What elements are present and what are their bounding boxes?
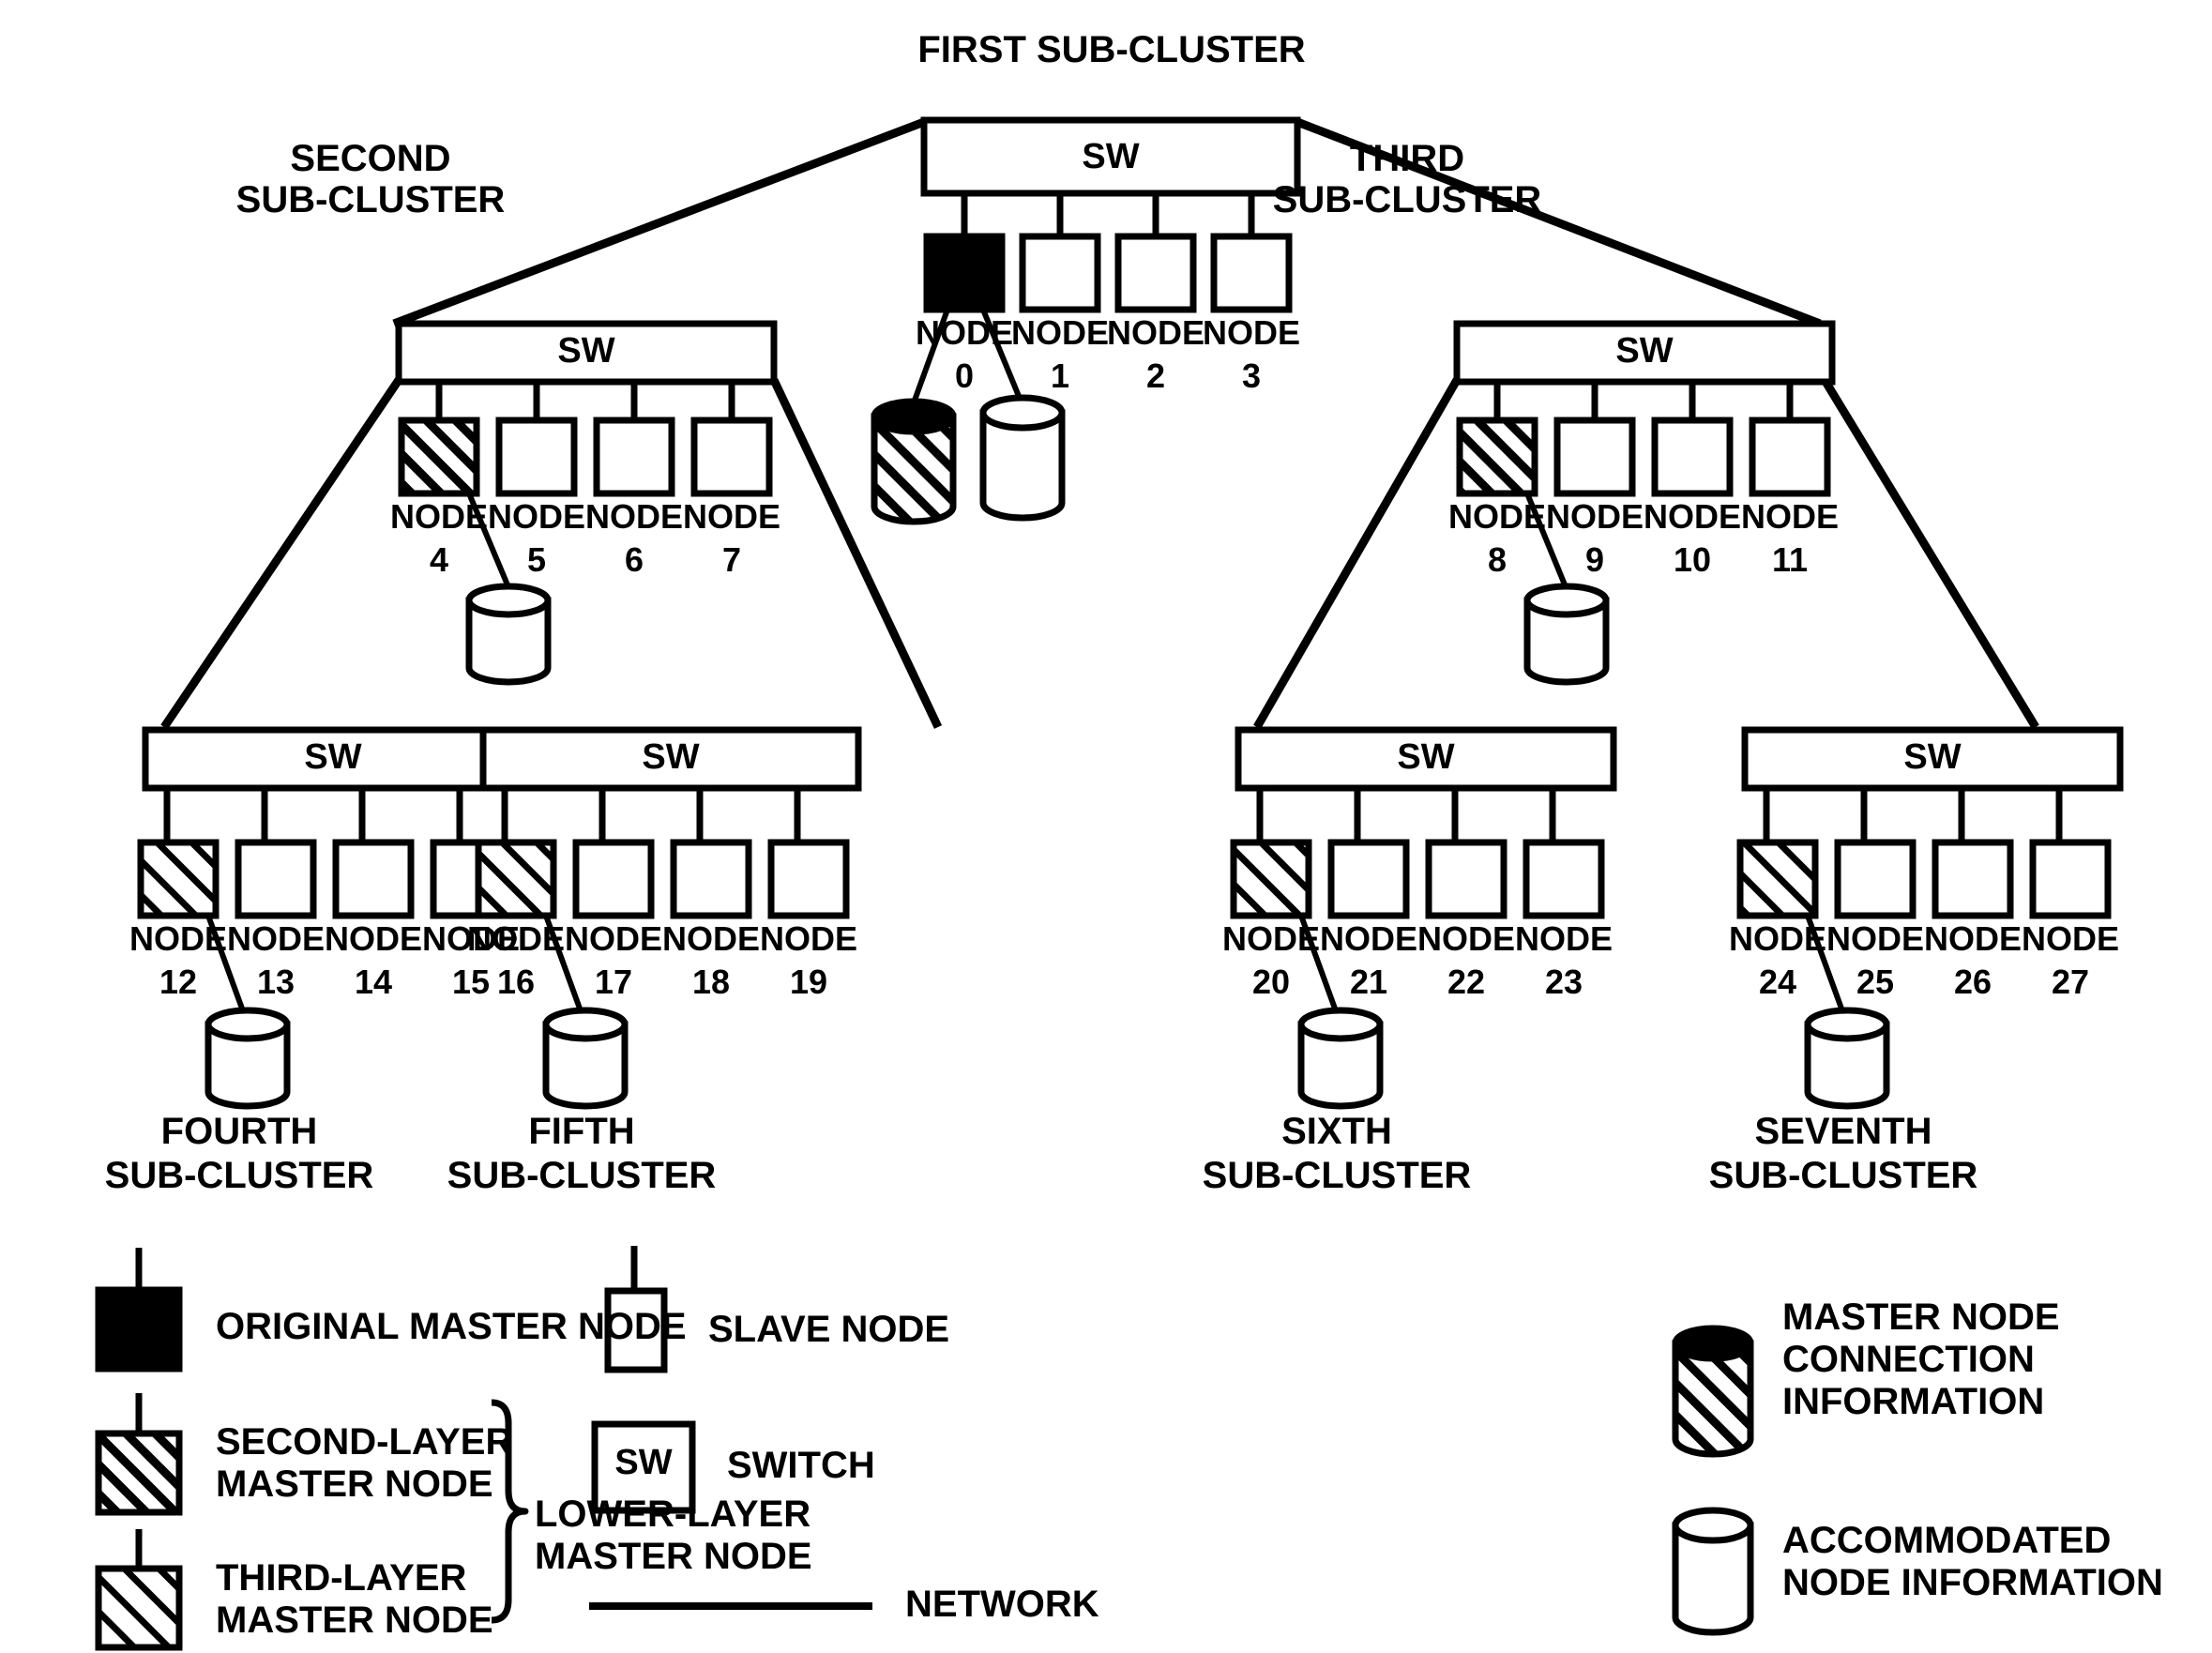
cluster-title-fourth-line1: FOURTH xyxy=(160,1111,318,1152)
node-word-23: NODE xyxy=(1514,919,1613,958)
node-word-19: NODE xyxy=(759,919,857,958)
db-accommodated-node0 xyxy=(979,394,1066,522)
legend-master-conn-line2: CONNECTION xyxy=(1782,1339,2035,1380)
legend-lower-layer-line2: MASTER NODE xyxy=(535,1536,812,1577)
cluster-title-seventh-line1: SEVENTH xyxy=(1754,1111,1932,1152)
node-word-3: NODE xyxy=(1202,313,1300,352)
switch-label-second[interactable]: SW xyxy=(399,332,774,371)
db-accommodated-node16 xyxy=(542,1007,629,1110)
cluster-title-first: FIRST SUB-CLUSTER xyxy=(917,29,1306,70)
node-number-23: 23 xyxy=(1544,963,1583,1001)
switch-label-fifth[interactable]: SW xyxy=(483,738,858,777)
node-number-27: 27 xyxy=(2051,963,2090,1001)
cluster-title-seventh-line2: SUB-CLUSTER xyxy=(1708,1155,1978,1196)
node-word-11: NODE xyxy=(1740,497,1839,536)
db-accommodated-node20 xyxy=(1297,1007,1384,1110)
legend-master-conn-line1: MASTER NODE xyxy=(1782,1297,2060,1338)
cluster-title-fourth-line2: SUB-CLUSTER xyxy=(104,1155,374,1196)
legend-accommodated-line2: NODE INFORMATION xyxy=(1782,1562,2163,1603)
db-accommodated-node4 xyxy=(465,583,552,686)
switch-label-sixth[interactable]: SW xyxy=(1238,738,1614,777)
cluster-title-second-line2: SUB-CLUSTER xyxy=(235,179,506,220)
switch-label-third[interactable]: SW xyxy=(1457,332,1832,371)
legend-slave-node-label: SLAVE NODE xyxy=(708,1309,950,1350)
node-number-11: 11 xyxy=(1771,540,1809,579)
node-word-7: NODE xyxy=(682,497,780,536)
cluster-title-fifth-line2: SUB-CLUSTER xyxy=(447,1155,717,1196)
node-number-3: 3 xyxy=(1241,356,1262,395)
db-accommodated-node8 xyxy=(1523,583,1610,686)
patent-figure: FIRST SUB-CLUSTER SECOND SUB-CLUSTER THI… xyxy=(0,0,2212,1653)
node-number-19: 19 xyxy=(789,963,828,1001)
node-word-27: NODE xyxy=(2021,919,2119,958)
switch-label-first[interactable]: SW xyxy=(924,138,1297,176)
legend-third-layer-line2: MASTER NODE xyxy=(216,1600,493,1641)
legend-switch-label: SWITCH xyxy=(727,1445,875,1486)
node-number-7: 7 xyxy=(721,540,742,579)
legend-network-label: NETWORK xyxy=(905,1584,1099,1625)
cluster-title-third-line2: SUB-CLUSTER xyxy=(1272,179,1542,220)
cluster-title-sixth-line1: SIXTH xyxy=(1281,1111,1392,1152)
cluster-title-sixth-line2: SUB-CLUSTER xyxy=(1202,1155,1472,1196)
legend-switch-symbol: SW xyxy=(614,1443,673,1482)
cluster-title-second-line1: SECOND xyxy=(290,138,451,179)
db-accommodated-node12 xyxy=(205,1007,291,1110)
db-accommodated-node24 xyxy=(1804,1007,1890,1110)
legend-lower-layer-line1: LOWER-LAYER xyxy=(535,1494,811,1535)
legend-accommodated-line1: ACCOMMODATED xyxy=(1782,1520,2112,1561)
cluster-title-fifth-line1: FIFTH xyxy=(528,1111,635,1152)
legend-master-conn-line3: INFORMATION xyxy=(1782,1381,2045,1422)
switch-label-fourth[interactable]: SW xyxy=(145,738,521,777)
switch-label-seventh[interactable]: SW xyxy=(1745,738,2120,777)
db-master-conn-node0 xyxy=(871,398,957,525)
